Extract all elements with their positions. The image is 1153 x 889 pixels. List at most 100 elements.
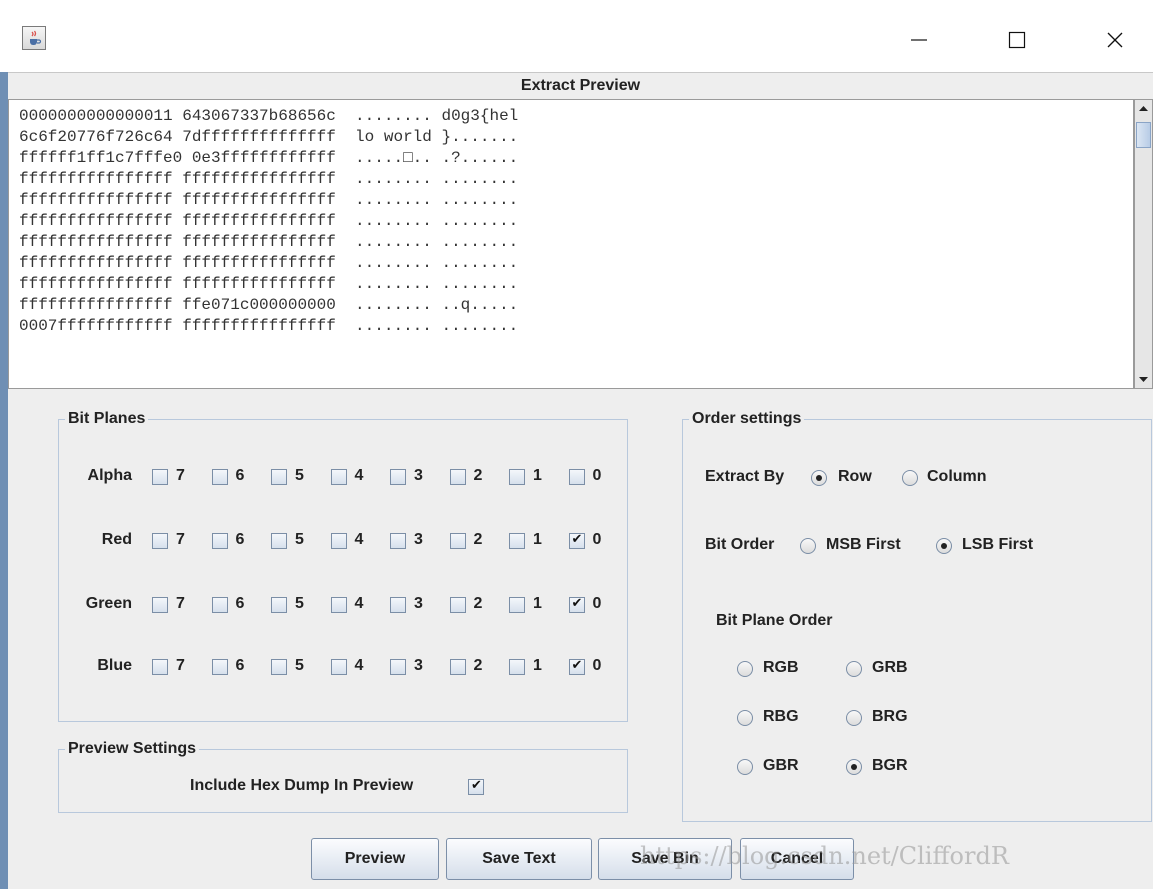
extract-by-column-radio[interactable]: [902, 470, 918, 486]
bit-label-green-2[interactable]: 2: [474, 594, 483, 614]
extract-by-row-radio[interactable]: [811, 470, 827, 486]
bit-checkbox-blue-6[interactable]: [211, 659, 228, 675]
bit-checkbox-alpha-3[interactable]: [390, 469, 406, 485]
include-hex-dump-checkbox[interactable]: [468, 777, 484, 795]
bit-checkbox-alpha-6[interactable]: [211, 469, 228, 485]
bit-label-green-4[interactable]: 4: [355, 594, 364, 614]
bit-checkbox-red-5[interactable]: [271, 533, 287, 549]
scroll-down-arrow-icon[interactable]: [1135, 370, 1152, 388]
save-bin-button[interactable]: Save Bin: [598, 838, 732, 880]
bit-label-blue-4[interactable]: 4: [355, 656, 364, 676]
bit-label-red-0[interactable]: 0: [593, 530, 602, 550]
scroll-up-arrow-icon[interactable]: [1135, 100, 1152, 118]
plane-order-radio-bgr[interactable]: [846, 759, 862, 775]
bit-label-blue-1[interactable]: 1: [533, 656, 542, 676]
plane-order-label-rbg[interactable]: RBG: [763, 707, 799, 727]
bit-checkbox-alpha-5[interactable]: [271, 469, 287, 485]
bit-checkbox-red-2[interactable]: [449, 533, 466, 549]
preview-text-area[interactable]: 0000000000000011 643067337b68656c ......…: [8, 99, 1134, 389]
bit-checkbox-alpha-4[interactable]: [330, 469, 347, 485]
bit-checkbox-blue-7[interactable]: [152, 659, 168, 675]
bit-checkbox-green-1[interactable]: [509, 597, 525, 613]
java-cup-icon[interactable]: [22, 26, 46, 50]
bit-label-alpha-7[interactable]: 7: [176, 466, 185, 486]
bit-order-lsb-radio[interactable]: [936, 538, 952, 554]
bit-label-red-5[interactable]: 5: [295, 530, 304, 550]
plane-order-label-gbr[interactable]: GBR: [763, 756, 799, 776]
bit-label-blue-2[interactable]: 2: [474, 656, 483, 676]
bit-label-green-3[interactable]: 3: [414, 594, 423, 614]
plane-order-radio-rgb[interactable]: [737, 661, 753, 677]
plane-order-label-brg[interactable]: BRG: [872, 707, 908, 727]
bit-order-msb-radio[interactable]: [800, 538, 816, 554]
bit-checkbox-blue-3[interactable]: [390, 659, 406, 675]
bit-label-alpha-5[interactable]: 5: [295, 466, 304, 486]
bit-checkbox-red-1[interactable]: [509, 533, 525, 549]
bit-checkbox-blue-4[interactable]: [330, 659, 347, 675]
bit-checkbox-alpha-1[interactable]: [509, 469, 525, 485]
preview-content: 0000000000000011 643067337b68656c ......…: [19, 107, 519, 335]
close-icon: [1107, 32, 1123, 48]
bit-label-green-5[interactable]: 5: [295, 594, 304, 614]
bit-checkbox-red-3[interactable]: [390, 533, 406, 549]
bit-label-blue-5[interactable]: 5: [295, 656, 304, 676]
bit-checkbox-blue-5[interactable]: [271, 659, 287, 675]
bit-label-red-7[interactable]: 7: [176, 530, 185, 550]
bit-label-red-4[interactable]: 4: [355, 530, 364, 550]
bit-checkbox-green-0[interactable]: [568, 595, 585, 613]
bit-label-alpha-0[interactable]: 0: [593, 466, 602, 486]
bit-label-red-2[interactable]: 2: [474, 530, 483, 550]
bit-label-blue-6[interactable]: 6: [236, 656, 245, 676]
bit-label-red-3[interactable]: 3: [414, 530, 423, 550]
preview-scrollbar[interactable]: [1134, 99, 1153, 389]
bit-checkbox-green-3[interactable]: [390, 597, 406, 613]
plane-order-radio-grb[interactable]: [846, 661, 862, 677]
bit-label-green-7[interactable]: 7: [176, 594, 185, 614]
bit-order-lsb-label[interactable]: LSB First: [962, 535, 1033, 555]
preview-button[interactable]: Preview: [311, 838, 439, 880]
bit-label-alpha-4[interactable]: 4: [355, 466, 364, 486]
cancel-button[interactable]: Cancel: [740, 838, 854, 880]
bit-label-red-1[interactable]: 1: [533, 530, 542, 550]
bit-label-alpha-1[interactable]: 1: [533, 466, 542, 486]
bit-checkbox-blue-1[interactable]: [509, 659, 525, 675]
bit-checkbox-red-0[interactable]: [568, 531, 585, 549]
minimize-button[interactable]: [889, 20, 949, 60]
bit-checkbox-alpha-0[interactable]: [568, 469, 585, 485]
extract-by-row-label[interactable]: Row: [838, 467, 872, 487]
bit-order-msb-label[interactable]: MSB First: [826, 535, 901, 555]
bit-label-green-6[interactable]: 6: [236, 594, 245, 614]
plane-order-label-grb[interactable]: GRB: [872, 658, 908, 678]
bit-checkbox-green-4[interactable]: [330, 597, 347, 613]
bit-label-blue-7[interactable]: 7: [176, 656, 185, 676]
bit-label-alpha-2[interactable]: 2: [474, 466, 483, 486]
bit-label-alpha-6[interactable]: 6: [236, 466, 245, 486]
bit-label-red-6[interactable]: 6: [236, 530, 245, 550]
bit-checkbox-green-5[interactable]: [271, 597, 287, 613]
bit-checkbox-green-6[interactable]: [211, 597, 228, 613]
bit-checkbox-red-4[interactable]: [330, 533, 347, 549]
bit-checkbox-blue-0[interactable]: [568, 657, 585, 675]
plane-order-label-rgb[interactable]: RGB: [763, 658, 799, 678]
bit-checkbox-green-7[interactable]: [152, 597, 168, 613]
close-button[interactable]: [1085, 20, 1145, 60]
bit-checkbox-green-2[interactable]: [449, 597, 466, 613]
bit-checkbox-red-6[interactable]: [211, 533, 228, 549]
bit-label-blue-0[interactable]: 0: [593, 656, 602, 676]
bit-checkbox-red-7[interactable]: [152, 533, 168, 549]
save-text-button[interactable]: Save Text: [446, 838, 592, 880]
maximize-button[interactable]: [987, 20, 1047, 60]
bit-label-green-0[interactable]: 0: [593, 594, 602, 614]
bit-checkbox-alpha-7[interactable]: [152, 469, 168, 485]
bit-label-green-1[interactable]: 1: [533, 594, 542, 614]
bit-label-alpha-3[interactable]: 3: [414, 466, 423, 486]
bit-checkbox-alpha-2[interactable]: [449, 469, 466, 485]
scroll-thumb[interactable]: [1136, 122, 1151, 148]
plane-order-radio-brg[interactable]: [846, 710, 862, 726]
plane-order-label-bgr[interactable]: BGR: [872, 756, 908, 776]
plane-order-radio-rbg[interactable]: [737, 710, 753, 726]
extract-by-column-label[interactable]: Column: [927, 467, 987, 487]
bit-label-blue-3[interactable]: 3: [414, 656, 423, 676]
plane-order-radio-gbr[interactable]: [737, 759, 753, 775]
bit-checkbox-blue-2[interactable]: [449, 659, 466, 675]
